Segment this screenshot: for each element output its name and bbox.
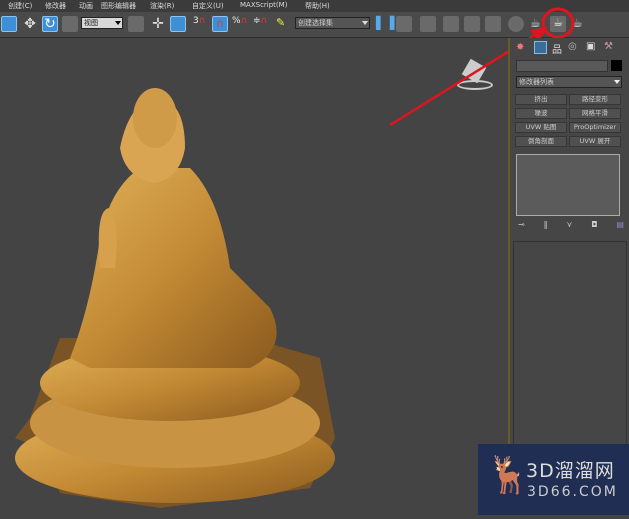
- pin-stack-icon[interactable]: ⊸: [518, 220, 525, 229]
- utilities-tab-icon[interactable]: ⚒: [604, 41, 613, 52]
- modifier-list-select[interactable]: 修改器列表: [516, 76, 622, 88]
- object-color-swatch[interactable]: [611, 60, 622, 71]
- stack-controls: ⊸ ‖ ⋎ ◘ ▤: [518, 220, 624, 229]
- display-tab-icon[interactable]: ▣: [586, 41, 595, 52]
- show-end-result-icon[interactable]: ‖: [544, 220, 548, 229]
- modifier-button[interactable]: 挤出: [515, 94, 567, 105]
- watermark-brand: 3D溜溜网: [526, 460, 615, 482]
- motion-tab-icon[interactable]: ◎: [568, 41, 577, 52]
- modifier-button[interactable]: UVW 展开: [569, 136, 621, 147]
- modify-tab-icon[interactable]: [534, 41, 547, 54]
- highlight-circle: [541, 7, 575, 39]
- modifier-button[interactable]: 路径变形: [569, 94, 621, 105]
- modifier-button[interactable]: 噪波: [515, 108, 567, 119]
- perspective-viewport[interactable]: [0, 27, 548, 515]
- remove-modifier-icon[interactable]: ◘: [591, 220, 597, 229]
- object-name-input[interactable]: [516, 60, 608, 72]
- hierarchy-tab-icon[interactable]: 品: [552, 41, 562, 56]
- create-tab-icon[interactable]: ✸: [516, 42, 524, 53]
- make-unique-icon[interactable]: ⋎: [566, 220, 572, 229]
- modifier-stack[interactable]: [516, 154, 620, 216]
- modifier-button[interactable]: UVW 贴图: [515, 122, 567, 133]
- modifier-button[interactable]: 倒角剖面: [515, 136, 567, 147]
- modifier-button[interactable]: 网格平滑: [569, 108, 621, 119]
- configure-sets-icon[interactable]: ▤: [616, 220, 624, 229]
- watermark: 🦌 3D溜溜网 3D66.COM: [478, 444, 629, 515]
- deer-logo-icon: 🦌: [486, 455, 531, 496]
- watermark-url: 3D66.COM: [527, 484, 618, 500]
- modifier-button[interactable]: ProOptimizer: [569, 122, 621, 133]
